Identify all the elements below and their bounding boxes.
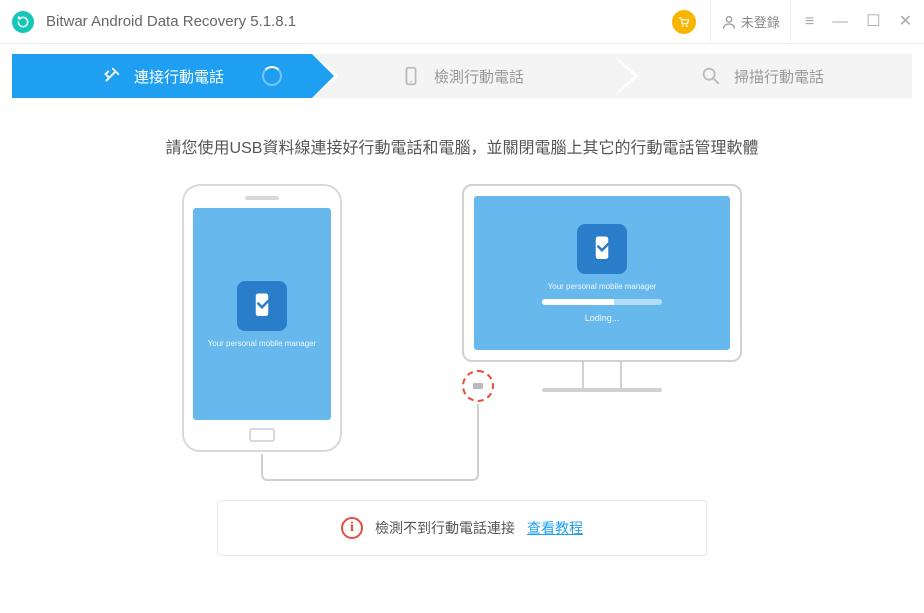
menu-button[interactable]: ≡ — [805, 14, 814, 30]
usb-port-indicator — [462, 370, 494, 402]
tutorial-link[interactable]: 查看教程 — [527, 518, 583, 538]
step-bar: 連接行動電話 檢測行動電話 掃描行動電話 — [12, 54, 912, 98]
illustration-stage: Your personal mobile manager Your person… — [182, 184, 742, 484]
instruction-text: 請您使用USB資料線連接好行動電話和電腦，並關閉電腦上其它的行動電話管理軟體 — [0, 134, 924, 158]
maximize-button[interactable]: ☐ — [866, 14, 880, 30]
loading-text: Loding... — [585, 313, 620, 323]
info-message: 檢測不到行動電話連接 — [375, 518, 515, 538]
phone-illustration: Your personal mobile manager — [182, 184, 342, 452]
step-label: 連接行動電話 — [134, 66, 224, 87]
plug-icon — [100, 65, 122, 87]
monitor-illustration: Your personal mobile manager Loding... — [462, 184, 742, 392]
phone-screen-label: Your personal mobile manager — [208, 339, 317, 348]
monitor-app-icon — [577, 224, 627, 274]
monitor-screen-label: Your personal mobile manager — [548, 282, 657, 291]
step-label: 檢測行動電話 — [434, 66, 524, 87]
login-area[interactable]: 未登錄 — [710, 0, 791, 43]
phone-icon — [400, 65, 422, 87]
close-button[interactable]: ✕ — [899, 14, 912, 30]
progress-bar — [542, 299, 662, 305]
usb-plug-icon — [473, 383, 483, 389]
title-bar: Bitwar Android Data Recovery 5.1.8.1 未登錄… — [0, 0, 924, 44]
window-controls: ≡ — ☐ ✕ — [805, 14, 912, 30]
login-label: 未登錄 — [741, 12, 780, 31]
minimize-button[interactable]: — — [832, 14, 848, 30]
cart-icon — [677, 15, 691, 29]
user-icon — [721, 14, 737, 30]
step-connect[interactable]: 連接行動電話 — [12, 54, 312, 98]
step-label: 掃描行動電話 — [734, 66, 824, 87]
loading-spinner-icon — [262, 66, 282, 86]
cart-button[interactable] — [672, 10, 696, 34]
app-title: Bitwar Android Data Recovery 5.1.8.1 — [46, 13, 296, 30]
info-icon: i — [341, 517, 363, 539]
app-logo-icon — [12, 11, 34, 33]
search-icon — [700, 65, 722, 87]
phone-app-icon — [237, 281, 287, 331]
info-box: i 檢測不到行動電話連接 查看教程 — [217, 500, 707, 556]
step-scan[interactable]: 掃描行動電話 — [612, 54, 912, 98]
step-detect[interactable]: 檢測行動電話 — [312, 54, 612, 98]
